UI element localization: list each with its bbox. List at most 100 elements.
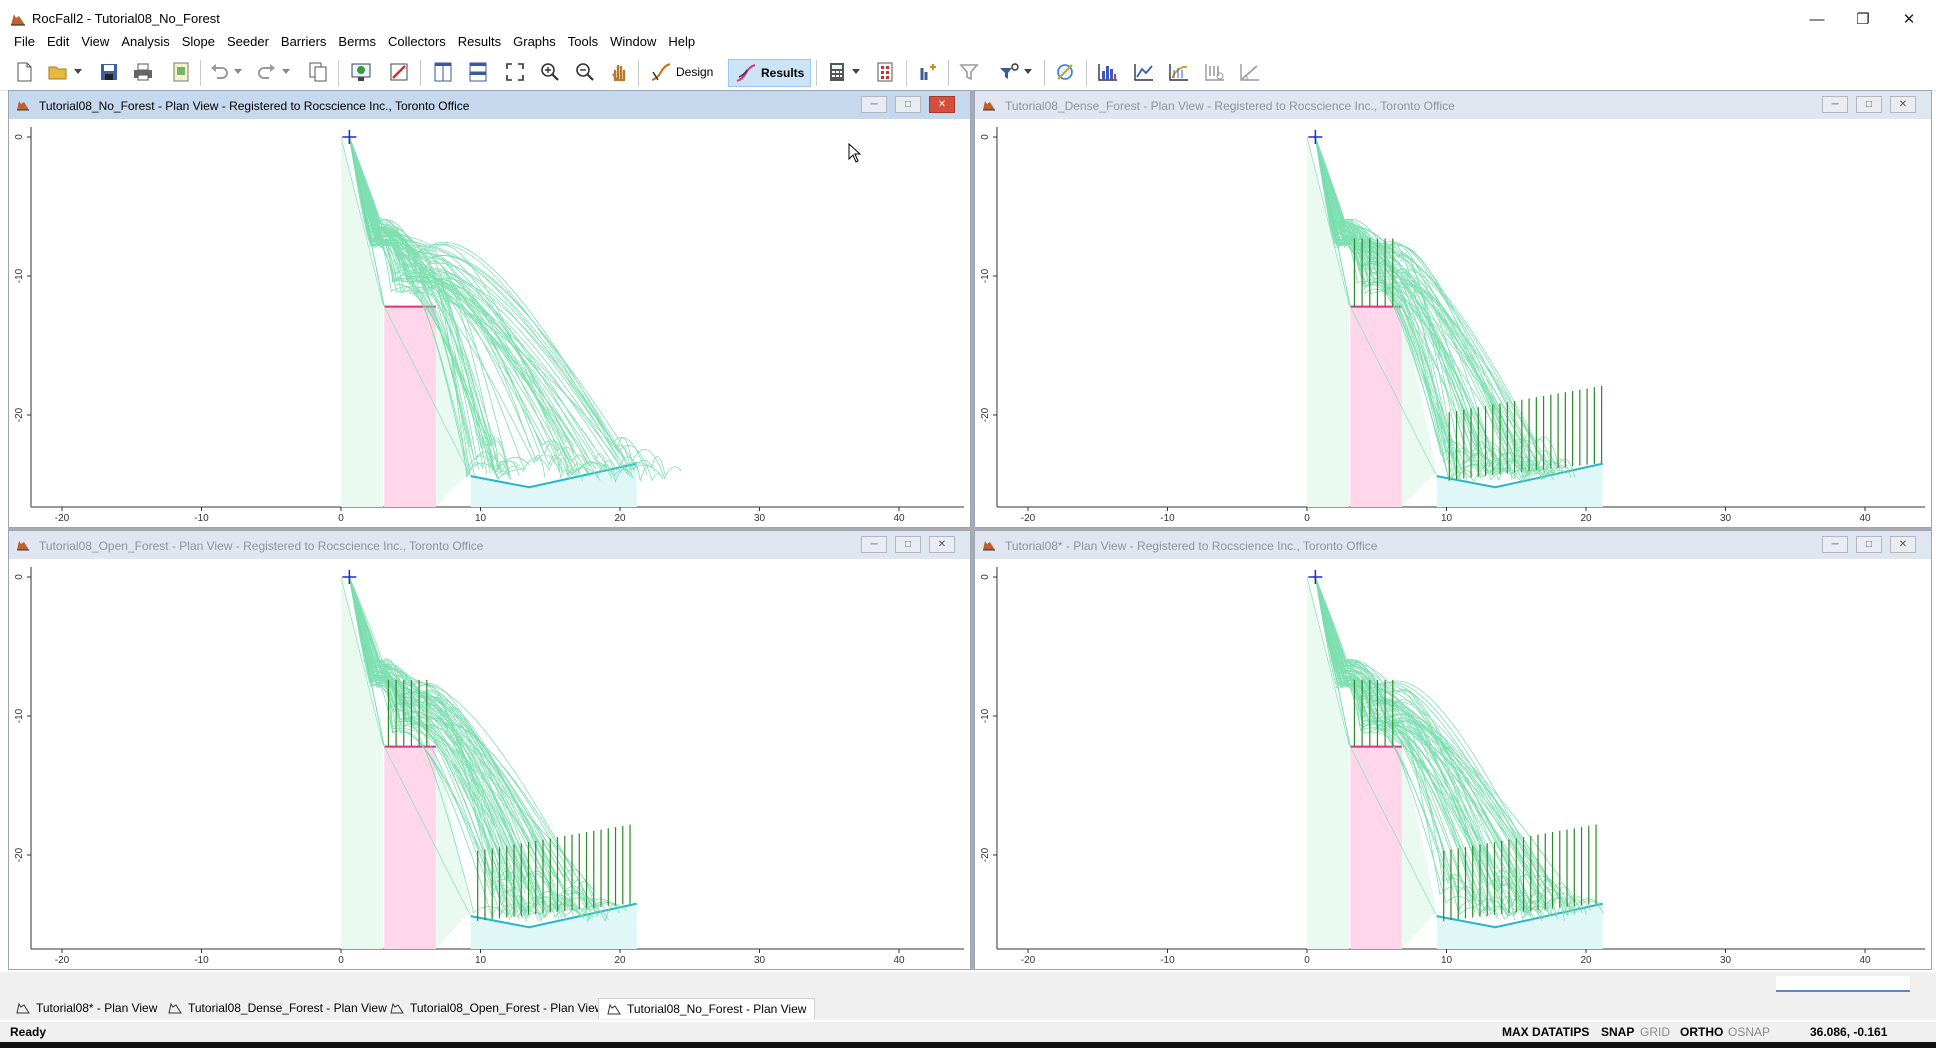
new-file-icon[interactable] [11,59,37,85]
maximize-icon[interactable]: □ [895,536,921,553]
grid-toggle[interactable]: GRID [1640,1025,1670,1039]
menu-graphs[interactable]: Graphs [507,34,562,49]
menu-edit[interactable]: Edit [41,34,75,49]
menu-window[interactable]: Window [604,34,662,49]
x-tick-label: -10 [194,955,209,966]
design-icon [651,63,671,81]
status-bar: Ready MAX DATATIPS SNAP GRID ORTHO OSNAP… [0,1022,1936,1042]
design-mode-button[interactable]: Design [644,59,719,85]
plan-view-plot[interactable]: -20 -10 0 10 20 30 40 0 -10 -20 [975,559,1931,969]
print-preview-icon[interactable] [168,59,194,85]
window-caption[interactable]: Tutorial08_Open_Forest - Plan View - Reg… [9,531,970,560]
plan-view-window-no-forest[interactable]: Tutorial08_No_Forest - Plan View - Regis… [8,90,971,528]
plan-view-window-tutorial08[interactable]: Tutorial08* - Plan View - Registered to … [974,530,1932,970]
zoom-in-icon[interactable] [537,59,563,85]
plan-view-window-open-forest[interactable]: Tutorial08_Open_Forest - Plan View - Reg… [8,530,971,970]
query-icon[interactable] [1052,59,1078,85]
tab-label: Tutorial08_Open_Forest - Plan View [410,1001,604,1015]
zoom-out-icon[interactable] [572,59,598,85]
window-title: Tutorial08_No_Forest - Plan View - Regis… [39,99,470,113]
menu-view[interactable]: View [75,34,115,49]
ortho-toggle[interactable]: ORTHO [1680,1025,1723,1039]
maximize-icon[interactable]: □ [1856,536,1882,553]
menu-file[interactable]: File [8,34,41,49]
catchment-fill [1436,903,1603,949]
plan-view-plot[interactable]: -20 -10 0 10 20 30 40 0 -10 -20 [9,119,970,527]
menu-analysis[interactable]: Analysis [115,34,175,49]
plan-view-icon [168,1002,182,1014]
window-caption[interactable]: Tutorial08_No_Forest - Plan View - Regis… [9,91,970,120]
menu-berms[interactable]: Berms [332,34,382,49]
minimize-icon[interactable]: ─ [861,96,887,113]
calculator-dropdown-icon[interactable] [850,59,862,85]
tab-label: Tutorial08_No_Forest - Plan View [627,1002,807,1016]
plan-view-plot[interactable]: -20 -10 0 10 20 30 40 0 -10 -20 [9,559,970,969]
trajectory-plot: -20 -10 0 10 20 30 40 0 -10 -20 [980,567,1925,966]
angle-graph-icon[interactable] [1237,59,1263,85]
tile-vertical-icon[interactable] [430,59,456,85]
pan-hand-icon[interactable] [606,59,632,85]
copy-icon[interactable] [305,59,331,85]
menu-tools[interactable]: Tools [562,34,604,49]
osnap-toggle[interactable]: OSNAP [1728,1025,1770,1039]
results-mode-button[interactable]: Results [728,59,812,87]
taskbar-edge [0,1042,1936,1048]
tile-horizontal-icon[interactable] [465,59,491,85]
menu-help[interactable]: Help [662,34,701,49]
minimize-icon[interactable]: ─ [1822,96,1848,113]
path-graph-icon[interactable] [1166,59,1192,85]
tab-open-forest[interactable]: Tutorial08_Open_Forest - Plan View [382,998,611,1018]
undo-dropdown-icon[interactable] [232,59,244,85]
tab-dense-forest[interactable]: Tutorial08_Dense_Forest - Plan View [160,998,395,1018]
compute-icon[interactable] [872,59,898,85]
y-tick-label: 0 [14,574,25,580]
open-folder-icon[interactable] [45,59,71,85]
close-icon[interactable]: ✕ [1890,96,1916,113]
display-options-icon[interactable] [348,59,374,85]
histogram-icon[interactable] [1095,59,1121,85]
maximize-icon[interactable]: □ [895,96,921,113]
maximize-icon[interactable]: □ [1856,96,1882,113]
tab-no-forest[interactable]: Tutorial08_No_Forest - Plan View [598,998,816,1019]
filter-dropdown-icon[interactable] [1022,59,1034,85]
menu-bar: File Edit View Analysis Slope Seeder Bar… [0,30,1936,52]
tab-tutorial08[interactable]: Tutorial08* - Plan View [8,998,165,1018]
menu-seeder[interactable]: Seeder [221,34,275,49]
filter-icon[interactable] [956,59,982,85]
progress-indicator [1776,976,1910,992]
close-icon[interactable]: ✕ [929,96,955,113]
add-data-icon[interactable] [914,59,940,85]
menu-results[interactable]: Results [452,34,507,49]
menu-collectors[interactable]: Collectors [382,34,452,49]
zoom-extents-icon[interactable] [502,59,528,85]
line-graph-icon[interactable] [1131,59,1157,85]
open-dropdown-icon[interactable] [72,59,84,85]
plan-view-plot[interactable]: -20 -10 0 10 20 30 40 0 -10 -20 [975,119,1931,527]
redo-dropdown-icon[interactable] [280,59,292,85]
snap-toggle[interactable]: SNAP [1601,1025,1634,1039]
window-caption[interactable]: Tutorial08_Dense_Forest - Plan View - Re… [975,91,1931,120]
plan-view-icon [17,541,29,551]
x-tick-label: 20 [1580,955,1592,966]
redo-icon[interactable] [254,59,280,85]
close-icon[interactable]: ✕ [1890,536,1916,553]
undo-icon[interactable] [206,59,232,85]
edit-slope-icon[interactable] [386,59,412,85]
x-tick-label: -10 [194,513,209,524]
filter-options-icon[interactable] [996,59,1022,85]
close-icon[interactable]: ✕ [929,536,955,553]
calculator-icon[interactable] [824,59,850,85]
barrier-block [384,746,436,949]
x-tick-label: -10 [1160,955,1175,966]
window-caption[interactable]: Tutorial08* - Plan View - Registered to … [975,531,1931,560]
menu-barriers[interactable]: Barriers [275,34,333,49]
save-icon[interactable] [96,59,122,85]
minimize-icon[interactable]: ─ [1822,536,1848,553]
menu-slope[interactable]: Slope [176,34,221,49]
minimize-icon[interactable]: ─ [861,536,887,553]
barrier-graph-icon[interactable] [1202,59,1228,85]
plan-view-window-dense-forest[interactable]: Tutorial08_Dense_Forest - Plan View - Re… [974,90,1932,528]
max-datatips-toggle[interactable]: MAX DATATIPS [1502,1025,1589,1039]
print-icon[interactable] [130,59,156,85]
x-tick-label: 20 [614,955,626,966]
